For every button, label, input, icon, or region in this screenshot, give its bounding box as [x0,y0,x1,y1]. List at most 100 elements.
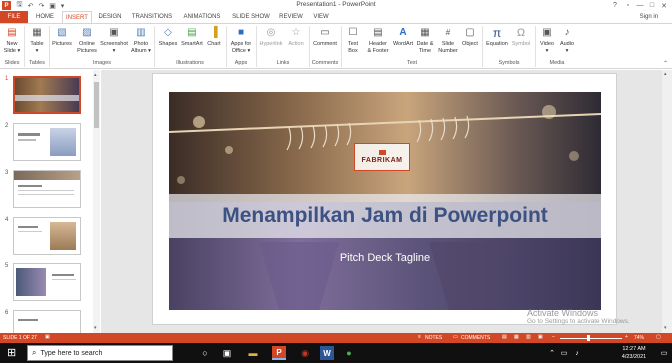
volume-icon[interactable]: ♪ [570,346,584,360]
chrome-icon[interactable]: ● [342,346,356,360]
slide-number-button[interactable]: # Slide Number [436,26,460,54]
scroll-down-icon[interactable]: ▾ [664,325,667,331]
pictures-button[interactable]: ▧ Pictures [51,26,73,48]
network-icon[interactable]: ▭ [557,346,571,360]
shapes-button[interactable]: ◇ Shapes [157,26,179,48]
taskbar-search[interactable]: ⌕ Type here to search [27,345,173,361]
scroll-down-icon[interactable]: ▾ [94,325,97,331]
collapse-ribbon-icon[interactable]: ⌃ [663,60,668,67]
header-footer-button[interactable]: ▤ Header & Footer [364,26,392,54]
slide-thumbnail-1[interactable] [13,76,81,114]
notes-button[interactable]: NOTES [425,335,442,341]
reading-view-icon[interactable]: ▥ [526,334,531,340]
screenshot-button[interactable]: ▣ Screenshot ▾ [100,26,128,54]
object-button[interactable]: ▢ Object [460,26,480,48]
slide-thumbnail-5[interactable] [13,263,81,301]
thumbnail-text-line [18,226,38,228]
zoom-in-icon[interactable]: + [625,334,628,340]
task-view-icon[interactable]: ▣ [220,346,234,360]
clothing-rack-photo: FABRIKAM Menampilkan Jam di Powerpoint P… [169,92,601,310]
slide-thumbnail-2[interactable] [13,123,81,161]
online-pictures-button[interactable]: ▨ Online Pictures [75,26,99,54]
ribbon-display-button[interactable]: ▫ [622,0,634,11]
slide-thumbnail-3[interactable] [13,170,81,208]
tab-file[interactable]: FILE [0,11,28,23]
zoom-slider[interactable] [560,338,622,339]
slide-1[interactable]: FABRIKAM Menampilkan Jam di Powerpoint P… [152,73,617,325]
maximize-button[interactable]: □ [646,0,658,11]
shapes-icon: ◇ [164,26,172,38]
equation-button[interactable]: π Equation [484,26,510,48]
wordart-button[interactable]: A WordArt [391,26,415,48]
search-placeholder[interactable]: Type here to search [40,350,102,357]
spelling-icon[interactable]: ▣ [45,334,50,340]
online-pictures-icon: ▨ [82,26,92,38]
wordart-icon: A [399,26,407,38]
table-button[interactable]: ▦ Table ▾ [27,26,47,54]
new-slide-button[interactable]: ▤ New Slide ▾ [3,26,21,54]
group-label-images: Images [92,60,112,66]
ribbon: ▤ New Slide ▾ ▦ Table ▾ ▧ Pictures ▨ Online Pic… [0,23,672,69]
window-title: Presentation1 - PowerPoint [296,1,376,8]
thumbnail-scroll-thumb[interactable] [94,82,99,128]
group-label-tables: Tables [29,60,45,66]
notifications-icon[interactable]: ▭ [657,346,671,360]
close-button[interactable]: ✕ [658,0,670,11]
clock-time: 12:27 AM [622,346,646,352]
tab-animations[interactable]: ANIMATIONS [178,11,226,23]
help-button[interactable]: ? [609,0,621,11]
comment-button[interactable]: ▭ Comment [311,26,339,48]
powerpoint-taskbar-icon[interactable]: P [272,346,286,360]
slideshow-icon[interactable]: ▣ [538,334,543,340]
tab-view[interactable]: VIEW [308,11,334,23]
zoom-out-icon[interactable]: – [552,334,555,340]
slide-title[interactable]: Menampilkan Jam di Powerpoint [222,204,548,228]
date-time-icon: ▦ [420,26,430,38]
fit-to-window-icon[interactable]: ▢ [656,334,661,340]
thumbnail-number: 6 [5,310,9,316]
date-time-button[interactable]: ▦ Date & Time [415,26,435,54]
chart-button[interactable]: ▐ Chart [206,26,222,48]
tab-design[interactable]: DESIGN [94,11,126,23]
zoom-slider-thumb[interactable] [586,335,590,341]
minimize-button[interactable]: — [634,0,646,11]
media-app-icon[interactable]: ◉ [298,346,312,360]
thumbnail-scrollbar[interactable]: ▴ ▾ [93,70,100,333]
slide-thumbnail-4[interactable] [13,217,81,255]
slide-thumbnail-6[interactable] [13,310,81,333]
slide-sorter-icon[interactable]: ▦ [514,334,519,340]
canvas-scrollbar[interactable]: ▴ ▾ [662,70,672,333]
normal-view-icon[interactable]: ▤ [502,334,507,340]
group-label-symbols: Symbols [498,60,520,66]
tab-home[interactable]: HOME [30,11,60,23]
audio-button[interactable]: ♪ Audio ▾ [558,26,576,54]
sign-in-link[interactable]: Sign in [640,14,658,20]
slide-subtitle[interactable]: Pitch Deck Tagline [169,252,601,264]
zoom-level[interactable]: 74% [634,335,644,341]
windows-taskbar: ⊞ ⌕ Type here to search ○ ▣ ▬ P ◉ W ● ⌃ … [0,343,672,363]
comments-button[interactable]: COMMENTS [461,335,490,341]
action-button[interactable]: ☆ Action [285,26,307,48]
file-explorer-icon[interactable]: ▬ [246,346,260,360]
apps-for-office-button[interactable]: ■ Apps for Office ▾ [229,26,253,54]
windows-start-icon[interactable]: ⊞ [7,347,19,359]
cortana-icon[interactable]: ○ [198,346,212,360]
tab-review[interactable]: REVIEW [276,11,306,23]
text-box-button[interactable]: ☐ Text Box [344,26,362,54]
smartart-icon: ▤ [187,26,197,38]
hyperlink-button[interactable]: ◎ Hyperlink [258,26,284,48]
photo-album-button[interactable]: ▥ Photo Album ▾ [130,26,152,54]
video-icon: ▣ [542,26,552,38]
scroll-up-icon[interactable]: ▴ [94,72,97,78]
header-footer-icon: ▤ [373,26,383,38]
smartart-button[interactable]: ▤ SmartArt [180,26,204,48]
word-taskbar-icon[interactable]: W [320,346,334,360]
symbol-icon: Ω [516,26,526,39]
symbol-button[interactable]: Ω Symbol [510,26,532,48]
tab-transitions[interactable]: TRANSITIONS [128,11,176,23]
thumbnail-number: 1 [5,76,9,82]
scroll-up-icon[interactable]: ▴ [664,71,667,77]
tab-slide-show[interactable]: SLIDE SHOW [228,11,274,23]
video-button[interactable]: ▣ Video ▾ [538,26,556,54]
clock[interactable]: 12:27 AM 4/23/2021 [612,345,656,361]
